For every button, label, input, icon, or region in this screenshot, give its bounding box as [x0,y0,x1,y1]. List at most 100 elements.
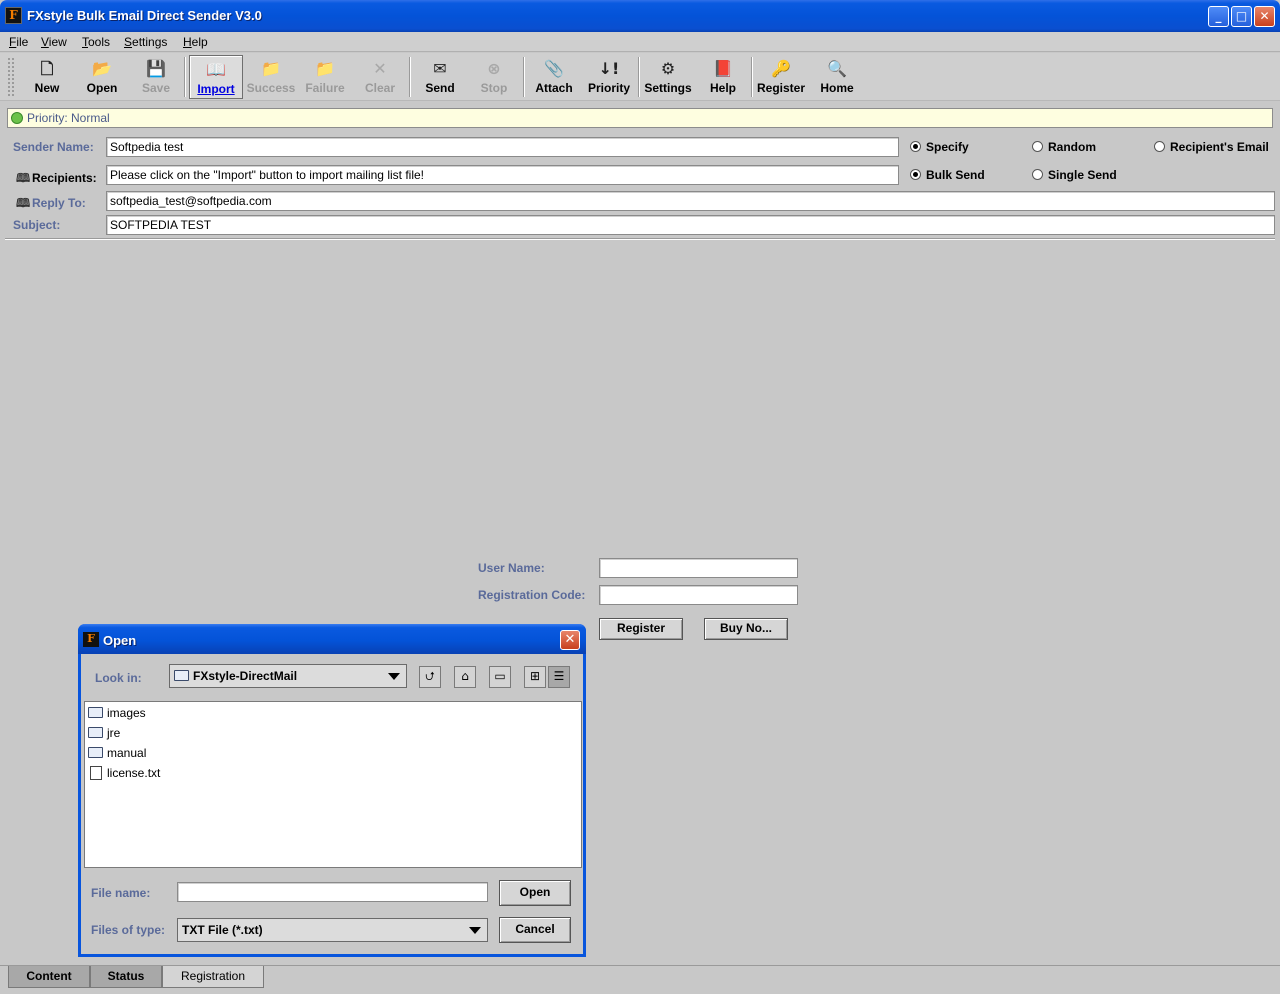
folder-icon [88,747,103,758]
close-button[interactable]: ✕ [1254,6,1275,27]
stop-button[interactable]: ⊗ Stop [472,55,516,99]
minimize-button[interactable]: _ [1208,6,1229,27]
menu-help[interactable]: Help [183,35,208,49]
folder-icon [88,707,103,718]
cancel-button[interactable]: Cancel [499,917,571,943]
files-of-type-combo[interactable]: TXT File (*.txt) [177,918,488,942]
list-view-button[interactable]: ⊞ [524,666,546,688]
help-book-icon: 📕 [713,59,733,78]
clear-button[interactable]: ✕ Clear [357,55,403,99]
sender-name-label: Sender Name: [13,140,94,154]
window-title: FXstyle Bulk Email Direct Sender V3.0 [27,8,262,23]
radio-recipients-email[interactable]: Recipient's Email [1154,140,1269,154]
subject-field[interactable]: SOFTPEDIA TEST [106,215,1275,235]
recipients-label[interactable]: 🕮 Recipients: [16,169,97,190]
radio-random[interactable]: Random [1032,140,1096,154]
list-item[interactable]: images [88,706,146,720]
file-name-label: File name: [91,886,151,900]
register-key-icon: 🔑 [771,59,791,78]
registration-code-field[interactable] [599,585,798,605]
radio-bulk-send[interactable]: Bulk Send [910,168,985,182]
radio-single-send[interactable]: Single Send [1032,168,1117,182]
app-logo-icon: F [83,632,99,647]
form-divider [5,238,1275,240]
details-view-button[interactable]: ☰ [548,666,570,688]
up-one-level-button[interactable]: ⮍ [419,666,441,688]
look-in-combo[interactable]: FXstyle-DirectMail [169,664,407,688]
file-list[interactable]: images jre manual license.txt [84,701,582,868]
failure-folder-icon: 📁 [315,59,335,78]
look-in-label: Look in: [95,671,142,685]
settings-button[interactable]: ⚙ Settings [641,55,695,99]
dialog-title-bar[interactable]: F Open ✕ [78,624,586,654]
tab-content[interactable]: Content [8,966,90,988]
gear-icon: ⚙ [660,59,676,78]
save-button[interactable]: 💾 Save [134,55,178,99]
title-bar[interactable]: F FXstyle Bulk Email Direct Sender V3.0 … [0,0,1280,32]
tab-status[interactable]: Status [90,966,162,988]
menu-bar: File View Tools Settings Help [0,32,1280,52]
register-button[interactable]: Register [599,618,683,640]
list-item[interactable]: manual [88,746,146,760]
toolbar-separator [751,57,753,97]
list-item[interactable]: jre [88,726,120,740]
home-magnifier-icon: 🔍 [827,59,847,78]
help-button[interactable]: 📕 Help [702,55,744,99]
new-button[interactable]: 🗋 New [25,55,69,99]
list-item[interactable]: license.txt [88,766,160,780]
menu-tools[interactable]: Tools [82,35,110,49]
recipients-field[interactable]: Please click on the "Import" button to i… [106,165,899,185]
home-folder-button[interactable]: ⌂ [454,666,476,688]
menu-view[interactable]: View [41,35,67,49]
toolbar-separator [523,57,525,97]
menu-file[interactable]: File [9,35,28,49]
file-name-field[interactable] [177,882,488,902]
buy-now-button[interactable]: Buy No... [704,618,788,640]
user-name-field[interactable] [599,558,798,578]
save-disk-icon: 💾 [146,59,166,78]
file-icon [90,766,102,780]
open-button[interactable]: 📂 Open [79,55,125,99]
reply-to-field[interactable]: softpedia_test@softpedia.com [106,191,1275,211]
app-logo-icon: F [5,7,22,24]
menu-settings[interactable]: Settings [124,35,167,49]
priority-text: Priority: Normal [27,111,110,125]
folder-icon [88,727,103,738]
address-book-icon: 🕮 [16,171,31,185]
priority-exclamation-icon: ↓! [598,59,620,78]
radio-specify[interactable]: Specify [910,140,969,154]
paperclip-icon: 📎 [544,59,564,78]
open-folder-icon: 📂 [92,59,112,78]
priority-dot-icon [11,112,23,124]
import-button[interactable]: 📖 Import [189,55,243,99]
priority-status-bar: Priority: Normal [7,108,1273,128]
success-button[interactable]: 📁 Success [245,55,297,99]
new-folder-button[interactable]: ▭ [489,666,511,688]
send-button[interactable]: ✉ Send [417,55,463,99]
success-folder-icon: 📁 [261,59,281,78]
open-button-dialog[interactable]: Open [499,880,571,906]
sender-name-field[interactable]: Softpedia test [106,137,899,157]
toolbar: 🗋 New 📂 Open 💾 Save 📖 Import 📁 Success 📁 Failu… [0,53,1280,101]
failure-button[interactable]: 📁 Failure [302,55,348,99]
open-dialog: F Open ✕ Look in: FXstyle-DirectMail ⮍ ⌂… [78,624,586,957]
home-button[interactable]: 🔍 Home [815,55,859,99]
toolbar-separator [409,57,411,97]
subject-label: Subject: [13,218,61,232]
priority-button[interactable]: ↓! Priority [584,55,634,99]
toolbar-grip[interactable] [7,57,15,97]
attach-button[interactable]: 📎 Attach [530,55,578,99]
tab-registration[interactable]: Registration [162,966,264,988]
registration-code-label: Registration Code: [478,588,586,602]
toolbar-separator [184,57,186,97]
user-name-label: User Name: [478,561,545,575]
import-book-icon: 📖 [206,60,226,79]
maximize-button[interactable]: □ [1231,6,1252,27]
stop-circle-icon: ⊗ [487,59,501,78]
reply-to-label[interactable]: 🕮 Reply To: [16,194,86,215]
send-envelope-icon: ✉ [433,59,447,78]
dialog-close-button[interactable]: ✕ [560,630,580,650]
tab-bar: Content Status Registration [0,965,1280,994]
folder-icon [174,670,189,681]
register-toolbar-button[interactable]: 🔑 Register [755,55,807,99]
